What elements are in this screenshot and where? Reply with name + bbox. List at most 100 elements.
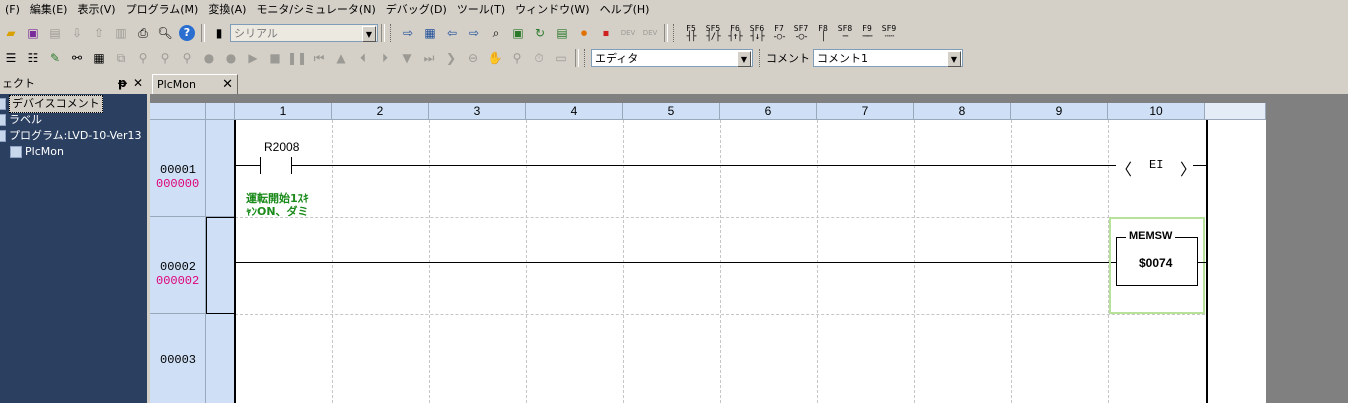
- contact-device-label[interactable]: R2008: [264, 140, 299, 154]
- find-next-icon[interactable]: ⚲: [155, 48, 175, 68]
- contact-bar-left: [260, 157, 261, 174]
- verify-icon[interactable]: ▥: [111, 23, 131, 43]
- play-icon[interactable]: ▶: [243, 48, 263, 68]
- fkey-sf5-nc-contact-icon[interactable]: SF5 ┤/├: [702, 23, 724, 43]
- monitor-icon[interactable]: ▣: [508, 23, 528, 43]
- menu-program[interactable]: プログラム(M): [121, 0, 204, 19]
- fkey-sf6-fall-icon[interactable]: SF6 ┤↓├: [746, 23, 768, 43]
- chevron-down-icon[interactable]: ▼: [362, 26, 376, 42]
- fkey-f8-vline-icon[interactable]: F8 │: [812, 23, 834, 43]
- fkey-sf8-hline-icon[interactable]: SF8 ─: [834, 23, 856, 43]
- break-icon[interactable]: ⊖: [463, 48, 483, 68]
- pause-icon[interactable]: ❚❚: [287, 48, 307, 68]
- coil-instruction[interactable]: EI: [1149, 158, 1163, 172]
- timer-icon[interactable]: ⏱: [529, 48, 549, 68]
- display-icon[interactable]: ▭: [551, 48, 571, 68]
- step-address: 000000: [156, 177, 200, 191]
- menu-monitor-simulator[interactable]: モニタ/シミュレータ(N): [251, 0, 380, 19]
- device-table-icon[interactable]: ▤: [552, 23, 572, 43]
- tree-item-label: ラベル: [9, 113, 42, 126]
- menu-debug[interactable]: デバッグ(D): [381, 0, 452, 19]
- tree-item-plcmon[interactable]: PlcMon: [0, 144, 147, 160]
- menu-window[interactable]: ウィンドウ(W): [510, 0, 594, 19]
- dev-icon[interactable]: DEV: [618, 23, 638, 43]
- close-icon[interactable]: ✕: [222, 77, 233, 92]
- cross-ref-icon[interactable]: ⚯: [67, 48, 87, 68]
- chevron-down-icon[interactable]: ▼: [947, 51, 961, 67]
- upload-icon[interactable]: ⇦: [442, 23, 462, 43]
- watch-icon[interactable]: ⚲: [507, 48, 527, 68]
- sync-icon[interactable]: ↻: [530, 23, 550, 43]
- menu-view[interactable]: 表示(V): [72, 0, 120, 19]
- menu-tools[interactable]: ツール(T): [452, 0, 510, 19]
- run-icon[interactable]: ⏺: [574, 23, 594, 43]
- rung-wire: [1193, 165, 1206, 166]
- list-icon[interactable]: ☰: [1, 48, 21, 68]
- step-number: 00001: [160, 163, 197, 177]
- down-icon[interactable]: ▼: [397, 48, 417, 68]
- fkey-f6-rise-icon[interactable]: F6 ┤↑├: [724, 23, 746, 43]
- copy-icon[interactable]: ⧉: [111, 48, 131, 68]
- toolbar-grip[interactable]: [584, 49, 588, 67]
- find-device-icon[interactable]: ⚲: [133, 48, 153, 68]
- row-header[interactable]: 00002 000002: [150, 217, 206, 314]
- print-icon[interactable]: ⎙: [133, 23, 153, 43]
- stop-icon[interactable]: ⏹: [596, 23, 616, 43]
- fkey-f7-coil-icon[interactable]: F7 -○-: [768, 23, 790, 43]
- search-icon[interactable]: ⌕: [486, 23, 506, 43]
- mode-select[interactable]: エディタ ▼: [591, 49, 753, 67]
- menu-file[interactable]: (F): [0, 0, 25, 19]
- column-header-blank: [1205, 103, 1266, 120]
- comment-select[interactable]: コメント1 ▼: [813, 49, 963, 67]
- edit-list-icon[interactable]: ✎: [45, 48, 65, 68]
- menu-edit[interactable]: 編集(E): [25, 0, 73, 19]
- menu-convert[interactable]: 変換(A): [203, 0, 251, 19]
- rewind-icon[interactable]: ⏮: [309, 48, 329, 68]
- ladder-grid[interactable]: 1 2 3 4 5 6 7 8 9 10 00001 000000 00002 …: [150, 103, 1266, 403]
- row-header[interactable]: 00003: [150, 314, 206, 403]
- step-icon[interactable]: ⏵: [375, 48, 395, 68]
- transfer-icon[interactable]: ▦: [420, 23, 440, 43]
- up-icon[interactable]: ▲: [331, 48, 351, 68]
- close-icon[interactable]: ✕: [133, 76, 143, 90]
- toolbar-grip[interactable]: [759, 49, 763, 67]
- save-icon[interactable]: ▣: [23, 23, 43, 43]
- row-header[interactable]: 00001 000000: [150, 120, 206, 217]
- project-panel-title: ェクト: [2, 77, 35, 90]
- toolbar-grip[interactable]: [673, 24, 677, 42]
- fkey-sf9-delete-line-icon[interactable]: SF9 ┄┄: [878, 23, 900, 43]
- open-folder-icon[interactable]: ▰: [1, 23, 21, 43]
- menu-help[interactable]: ヘルプ(H): [595, 0, 655, 19]
- port-select[interactable]: シリアル ▼: [230, 24, 378, 42]
- tree-item-program[interactable]: プログラム:LVD-10-Ver13: [0, 128, 147, 144]
- fkey-sf7-function-icon[interactable]: SF7 -◯-: [790, 23, 812, 43]
- download-icon[interactable]: ⇨: [464, 23, 484, 43]
- online-icon[interactable]: ⇨: [398, 23, 418, 43]
- tab-plcmon[interactable]: PlcMon ✕: [152, 74, 238, 94]
- tree-item-label-node[interactable]: ラベル: [0, 112, 147, 128]
- write-plc-icon[interactable]: ⇧: [89, 23, 109, 43]
- record-icon[interactable]: ●: [199, 48, 219, 68]
- dev2-icon[interactable]: DEV: [640, 23, 660, 43]
- fkey-f9-line-icon[interactable]: F9 ──: [856, 23, 878, 43]
- print-preview-icon[interactable]: 🔍︎: [155, 23, 175, 43]
- next-icon[interactable]: ❯: [441, 48, 461, 68]
- grid-icon[interactable]: ▦: [89, 48, 109, 68]
- record2-icon[interactable]: ●: [221, 48, 241, 68]
- stop-square-icon[interactable]: ■: [265, 48, 285, 68]
- replace-icon[interactable]: ⚲: [177, 48, 197, 68]
- fkey-f5-contact-icon[interactable]: F5 ┤├: [680, 23, 702, 43]
- step-back-icon[interactable]: ⏴: [353, 48, 373, 68]
- tree-item-device-comment[interactable]: デバイスコメント: [0, 95, 147, 113]
- read-plc-icon[interactable]: ⇩: [67, 23, 87, 43]
- hand-icon[interactable]: ✋: [485, 48, 505, 68]
- list-detail-icon[interactable]: ☷: [23, 48, 43, 68]
- toolbar-grip[interactable]: [390, 24, 394, 42]
- project-icon[interactable]: ▤: [45, 23, 65, 43]
- fast-forward-icon[interactable]: ⏭: [419, 48, 439, 68]
- row-subheader: [206, 314, 235, 403]
- pin-icon[interactable]: ᵽ: [118, 76, 127, 90]
- help-icon[interactable]: ?: [177, 23, 197, 43]
- chevron-down-icon[interactable]: ▼: [737, 51, 751, 67]
- function-block-name: MEMSW: [1126, 230, 1176, 242]
